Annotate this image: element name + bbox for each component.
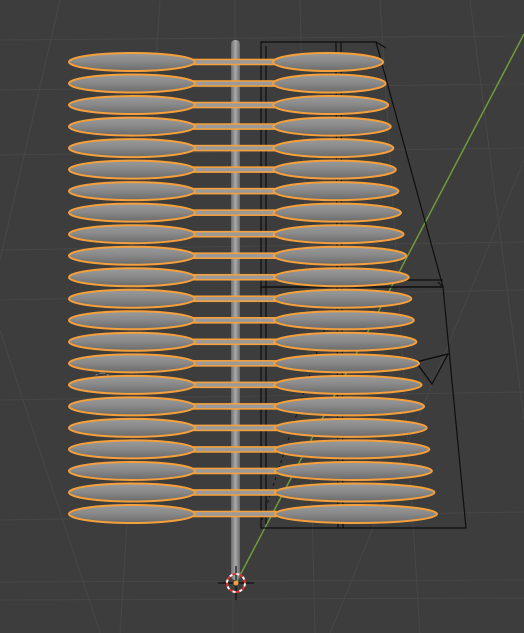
left-disc[interactable] <box>68 504 196 524</box>
disc-arm <box>191 273 277 281</box>
disc-arm <box>191 316 277 324</box>
disc-arm <box>191 123 277 130</box>
selected-mesh-discs[interactable] <box>68 52 438 524</box>
left-disc[interactable] <box>68 181 196 202</box>
right-disc[interactable] <box>273 353 420 374</box>
right-disc[interactable] <box>272 95 390 116</box>
left-disc[interactable] <box>68 224 196 245</box>
left-disc[interactable] <box>68 245 196 266</box>
viewport-scene[interactable] <box>0 0 524 633</box>
left-disc[interactable] <box>68 288 196 309</box>
left-disc[interactable] <box>68 482 196 503</box>
3d-cursor-icon[interactable] <box>218 566 254 600</box>
vertical-pole[interactable] <box>231 40 240 580</box>
disc-arm <box>191 338 277 346</box>
right-disc[interactable] <box>272 73 387 94</box>
disc-arm <box>191 381 277 389</box>
right-disc[interactable] <box>273 331 418 352</box>
left-disc[interactable] <box>68 396 196 417</box>
disc-arm <box>191 209 277 216</box>
left-disc[interactable] <box>68 202 196 223</box>
disc-arm <box>191 489 277 496</box>
left-disc[interactable] <box>68 116 196 137</box>
disc-arm <box>191 58 277 66</box>
disc-arm <box>191 144 277 152</box>
right-disc[interactable] <box>272 116 392 137</box>
disc-arm <box>191 187 277 195</box>
left-disc[interactable] <box>68 331 196 352</box>
right-disc[interactable] <box>273 460 433 481</box>
right-disc[interactable] <box>272 138 395 159</box>
right-disc[interactable] <box>274 504 438 524</box>
left-disc[interactable] <box>68 374 196 395</box>
left-disc[interactable] <box>68 310 196 331</box>
right-disc[interactable] <box>273 417 428 438</box>
right-disc[interactable] <box>272 245 408 266</box>
right-disc[interactable] <box>272 52 384 72</box>
right-disc[interactable] <box>273 482 436 503</box>
right-disc[interactable] <box>273 288 413 309</box>
disc-arm <box>191 230 277 238</box>
disc-arm <box>191 510 277 518</box>
left-disc[interactable] <box>68 417 196 438</box>
left-disc[interactable] <box>68 439 196 460</box>
disc-arm <box>191 252 277 260</box>
right-disc[interactable] <box>272 267 410 288</box>
disc-arm <box>191 424 277 432</box>
right-disc[interactable] <box>273 439 431 460</box>
left-disc[interactable] <box>68 73 196 94</box>
right-disc[interactable] <box>272 181 400 202</box>
disc-arm <box>191 295 277 303</box>
left-disc[interactable] <box>68 95 196 116</box>
disc-arm <box>191 80 277 87</box>
disc-arm <box>191 101 277 109</box>
right-disc[interactable] <box>273 396 426 417</box>
left-disc[interactable] <box>68 267 196 288</box>
left-disc[interactable] <box>68 460 196 481</box>
right-disc[interactable] <box>273 374 423 395</box>
left-disc[interactable] <box>68 52 196 72</box>
disc-arm <box>191 467 277 475</box>
disc-arm <box>191 360 277 367</box>
disc-arm <box>191 166 277 173</box>
right-disc[interactable] <box>272 202 403 223</box>
left-disc[interactable] <box>68 138 196 159</box>
disc-arm <box>191 403 277 410</box>
3d-viewport[interactable] <box>0 0 524 633</box>
right-disc[interactable] <box>272 224 405 245</box>
left-disc[interactable] <box>68 159 196 180</box>
right-disc[interactable] <box>272 159 397 180</box>
disc-arm <box>191 446 277 453</box>
right-disc[interactable] <box>273 310 415 331</box>
left-disc[interactable] <box>68 353 196 374</box>
